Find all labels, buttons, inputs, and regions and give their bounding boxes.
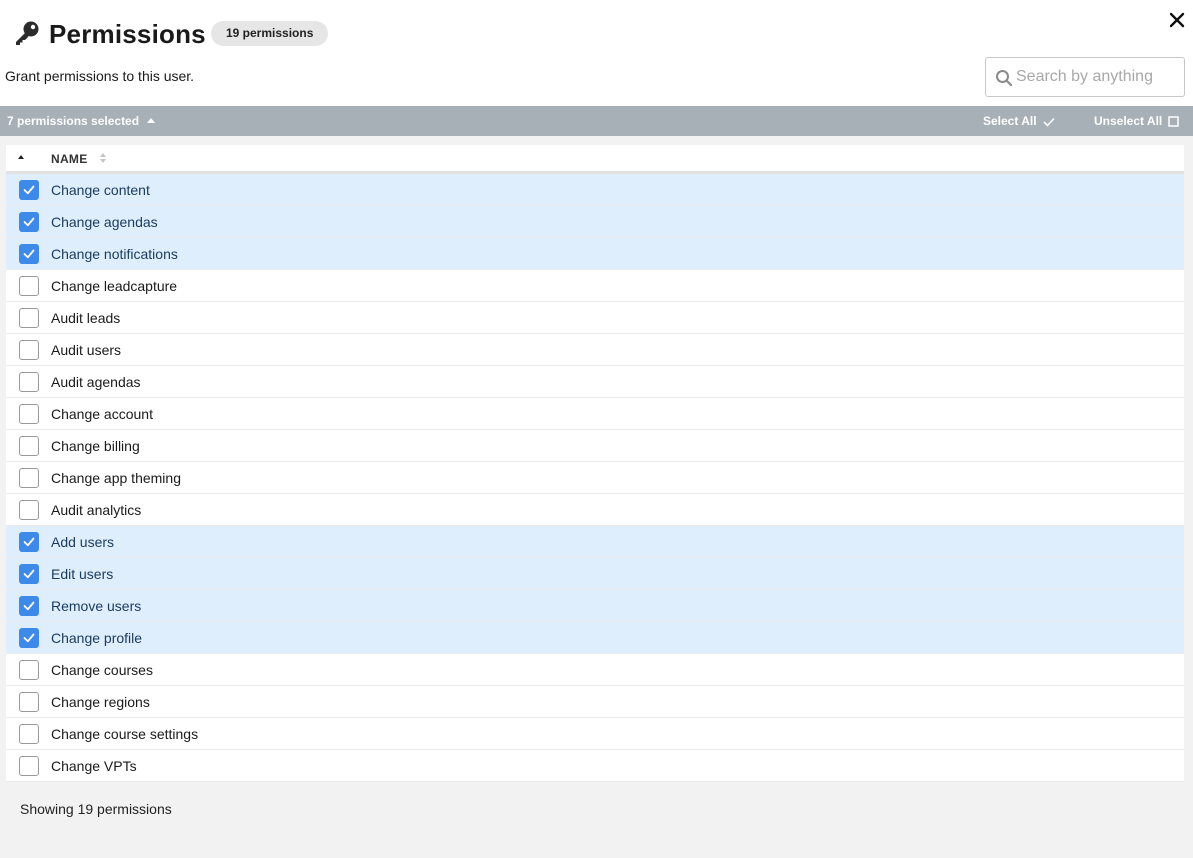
row-checkbox[interactable] (19, 436, 39, 456)
row-checkbox[interactable] (19, 404, 39, 424)
sort-icon[interactable] (100, 153, 106, 163)
row-checkbox[interactable] (19, 500, 39, 520)
selected-count-label: 7 permissions selected (7, 114, 140, 128)
search-box (985, 57, 1185, 97)
row-checkbox[interactable] (19, 756, 39, 776)
table-row[interactable]: Audit users (6, 334, 1184, 366)
row-checkbox[interactable] (19, 244, 39, 264)
modal-header: Permissions 19 permissions Grant permiss… (0, 0, 1193, 106)
permission-label: Change leadcapture (51, 278, 178, 294)
permission-label: Change account (51, 406, 153, 422)
row-checkbox[interactable] (19, 180, 39, 200)
table-row[interactable]: Change regions (6, 686, 1184, 718)
permission-label: Remove users (51, 598, 142, 614)
permission-label: Change notifications (51, 246, 178, 262)
search-icon (996, 70, 1013, 87)
table-row[interactable]: Audit agendas (6, 366, 1184, 398)
table-row[interactable]: Change leadcapture (6, 270, 1184, 302)
showing-count: Showing 19 permissions (20, 801, 172, 817)
permission-label: Audit leads (51, 310, 121, 326)
checkmark-icon (23, 249, 35, 259)
permission-label: Change content (51, 182, 150, 198)
table-row[interactable]: Change account (6, 398, 1184, 430)
table-row[interactable]: Change courses (6, 654, 1184, 686)
row-checkbox[interactable] (19, 340, 39, 360)
table-header: NAME (6, 145, 1184, 174)
empty-checkbox-icon (1168, 116, 1179, 127)
table-row[interactable]: Add users (6, 526, 1184, 558)
key-icon (16, 21, 39, 45)
row-checkbox[interactable] (19, 692, 39, 712)
page-title: Permissions (49, 19, 206, 49)
permission-label: Audit agendas (51, 374, 141, 390)
table-row[interactable]: Remove users (6, 590, 1184, 622)
row-checkbox[interactable] (19, 564, 39, 584)
table-row[interactable]: Change profile (6, 622, 1184, 654)
table-row[interactable]: Change agendas (6, 206, 1184, 238)
checkmark-icon (23, 537, 35, 547)
permission-label: Audit analytics (51, 502, 142, 518)
table-body: Change content Change agendas Change notif… (6, 174, 1184, 782)
row-checkbox[interactable] (19, 468, 39, 488)
table-row[interactable]: Change course settings (6, 718, 1184, 750)
permissions-count-badge: 19 permissions (211, 21, 329, 46)
content-area: NAME Change content Change agendas Change … (0, 136, 1193, 858)
row-checkbox[interactable] (19, 660, 39, 680)
checkmark-icon (23, 601, 35, 611)
table-row[interactable]: Audit analytics (6, 494, 1184, 526)
select-all-button[interactable]: Select All (983, 114, 1055, 128)
permissions-table: NAME Change content Change agendas Change … (6, 145, 1184, 782)
table-row[interactable]: Edit users (6, 558, 1184, 590)
permission-label: Change agendas (51, 214, 158, 230)
row-checkbox[interactable] (19, 212, 39, 232)
permission-label: Audit users (51, 342, 122, 358)
table-row[interactable]: Change VPTs (6, 750, 1184, 782)
table-row[interactable]: Change billing (6, 430, 1184, 462)
row-checkbox[interactable] (19, 724, 39, 744)
unselect-all-label: Unselect All (1094, 114, 1163, 128)
checkmark-icon (23, 185, 35, 195)
row-checkbox[interactable] (19, 532, 39, 552)
close-icon[interactable] (1168, 11, 1186, 29)
select-column-sort-icon[interactable] (18, 155, 24, 159)
checkmark-icon (1043, 117, 1055, 127)
permission-label: Change billing (51, 438, 140, 454)
permission-label: Change profile (51, 630, 143, 646)
table-row[interactable]: Audit leads (6, 302, 1184, 334)
row-checkbox[interactable] (19, 372, 39, 392)
selection-bar: 7 permissions selected Select All Unsele… (0, 106, 1193, 136)
row-checkbox[interactable] (19, 628, 39, 648)
select-all-label: Select All (983, 114, 1037, 128)
table-row[interactable]: Change content (6, 174, 1184, 206)
permission-label: Add users (51, 534, 115, 550)
permission-label: Change regions (51, 694, 150, 710)
search-input[interactable] (1016, 58, 1182, 96)
permission-label: Change course settings (51, 726, 199, 742)
selected-count-toggle[interactable]: 7 permissions selected (7, 114, 156, 128)
permission-label: Change VPTs (51, 758, 137, 774)
row-checkbox[interactable] (19, 308, 39, 328)
checkmark-icon (23, 633, 35, 643)
table-row[interactable]: Change app theming (6, 462, 1184, 494)
row-checkbox[interactable] (19, 276, 39, 296)
permission-label: Change courses (51, 662, 153, 678)
caret-up-icon (147, 118, 156, 123)
checkmark-icon (23, 217, 35, 227)
row-checkbox[interactable] (19, 596, 39, 616)
column-header-name[interactable]: NAME (51, 152, 88, 166)
permission-label: Edit users (51, 566, 114, 582)
permission-label: Change app theming (51, 470, 181, 486)
checkmark-icon (23, 569, 35, 579)
unselect-all-button[interactable]: Unselect All (1094, 114, 1179, 128)
table-row[interactable]: Change notifications (6, 238, 1184, 270)
page-subtitle: Grant permissions to this user. (5, 68, 195, 84)
